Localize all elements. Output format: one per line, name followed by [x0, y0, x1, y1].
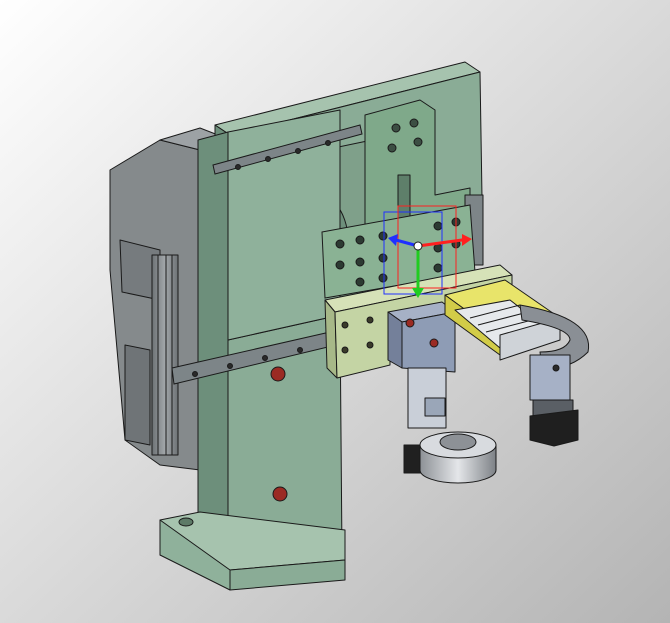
mount-hole	[272, 486, 288, 502]
cad-viewport[interactable]	[0, 0, 670, 623]
triad-origin[interactable]	[413, 241, 423, 251]
workpiece-ring[interactable]	[419, 431, 497, 484]
mount-hole	[270, 366, 286, 382]
cad-model-render[interactable]	[0, 0, 670, 623]
